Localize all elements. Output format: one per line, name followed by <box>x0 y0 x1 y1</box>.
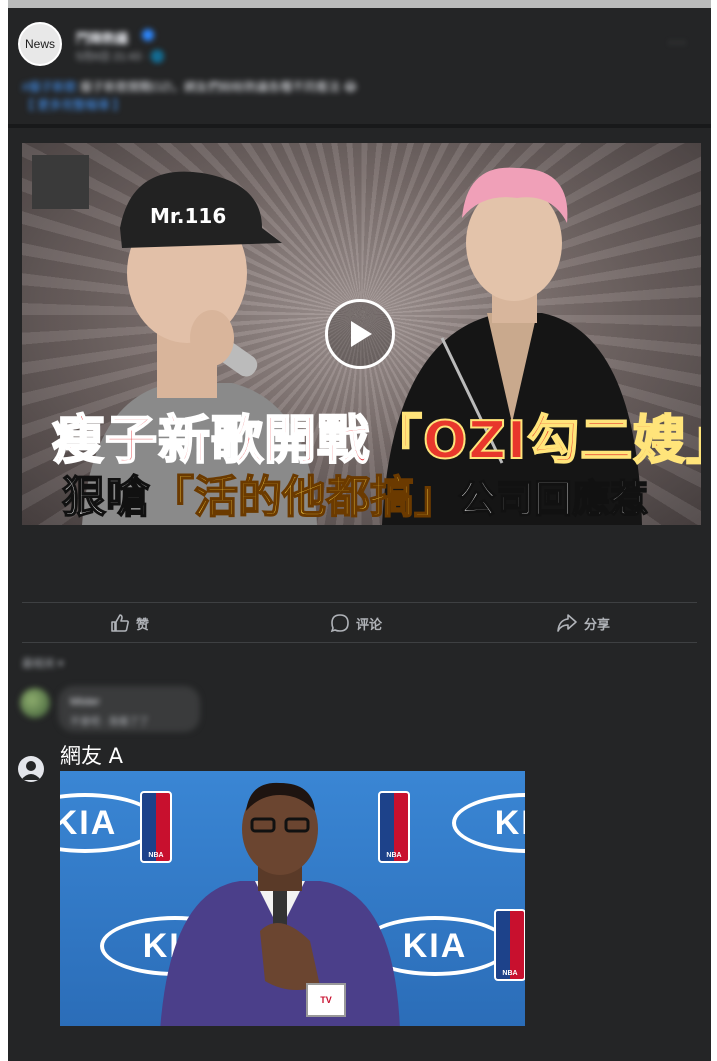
nba-logo: NBA <box>494 909 525 981</box>
thumbs-up-icon <box>111 614 129 632</box>
headline-part-2a: 狠嗆 <box>61 471 151 524</box>
comment-author-name[interactable]: 網友 A <box>60 740 123 770</box>
post-more-link[interactable]: 【 更多完整報導 】 <box>22 98 125 112</box>
post-timestamp[interactable]: 5月6日 21:43 · 🌐 <box>76 48 164 64</box>
share-label: 分享 <box>584 616 611 632</box>
card-top-edge <box>8 0 711 8</box>
hashtag-link[interactable]: #瘦子新歌 <box>22 80 77 94</box>
tv-microphone: TV <box>306 983 346 1017</box>
comment-icon <box>330 614 349 633</box>
comment-button[interactable]: 评论 <box>330 612 382 634</box>
post-body: 瘦子新歌開戰OZI，網友們紛紛熱議各種不同看法 😂 <box>76 80 358 94</box>
page-name[interactable]: 鬥陣熱議 <box>76 28 128 47</box>
page-avatar[interactable]: News <box>18 22 62 66</box>
cap-logo: Mr.116 <box>150 204 226 228</box>
more-options-icon[interactable]: ··· <box>668 34 687 52</box>
action-bar-bottom-divider <box>22 642 697 643</box>
comment-photo[interactable]: KIA KIA KIA KIA NBA NBA NBA TV <box>60 771 525 1026</box>
video-headline-line2: 狠嗆「活的他都搞」公司回應惹 <box>61 461 701 525</box>
headline-part-2c: 公司回應惹 <box>457 476 649 522</box>
comment-sort-dropdown[interactable]: 最相关 ▾ <box>22 655 64 671</box>
share-button[interactable]: 分享 <box>556 612 610 634</box>
commenter-name[interactable]: Mister <box>70 696 100 708</box>
play-button[interactable] <box>325 299 395 369</box>
play-icon <box>351 321 372 347</box>
post-card: News 鬥陣熱議 5月6日 21:43 · 🌐 ··· #瘦子新歌 瘦子新歌開… <box>8 8 711 1061</box>
kia-logo: KIA <box>452 793 525 853</box>
comment-text: 不會吧 · 我看了了 <box>70 717 149 728</box>
video-player[interactable]: Mr.116 瘦子新歌開戰「OZI勾二嫂」 狠嗆「活的他都搞」公司回應惹 <box>22 143 701 525</box>
section-separator <box>8 124 711 128</box>
like-label: 赞 <box>136 616 150 632</box>
like-button[interactable]: 赞 <box>110 612 149 634</box>
verified-badge-icon <box>142 29 154 41</box>
share-icon <box>557 614 577 632</box>
comment-label: 评论 <box>356 616 383 632</box>
commenter-avatar[interactable] <box>20 688 50 718</box>
action-bar-top-divider <box>22 602 697 603</box>
headline-part-2b: 「活的他都搞」 <box>149 471 459 524</box>
speaker-person-image <box>160 782 400 1026</box>
post-text: #瘦子新歌 瘦子新歌開戰OZI，網友們紛紛熱議各種不同看法 😂 【 更多完整報導… <box>22 78 682 114</box>
user-avatar-icon[interactable] <box>18 756 44 782</box>
